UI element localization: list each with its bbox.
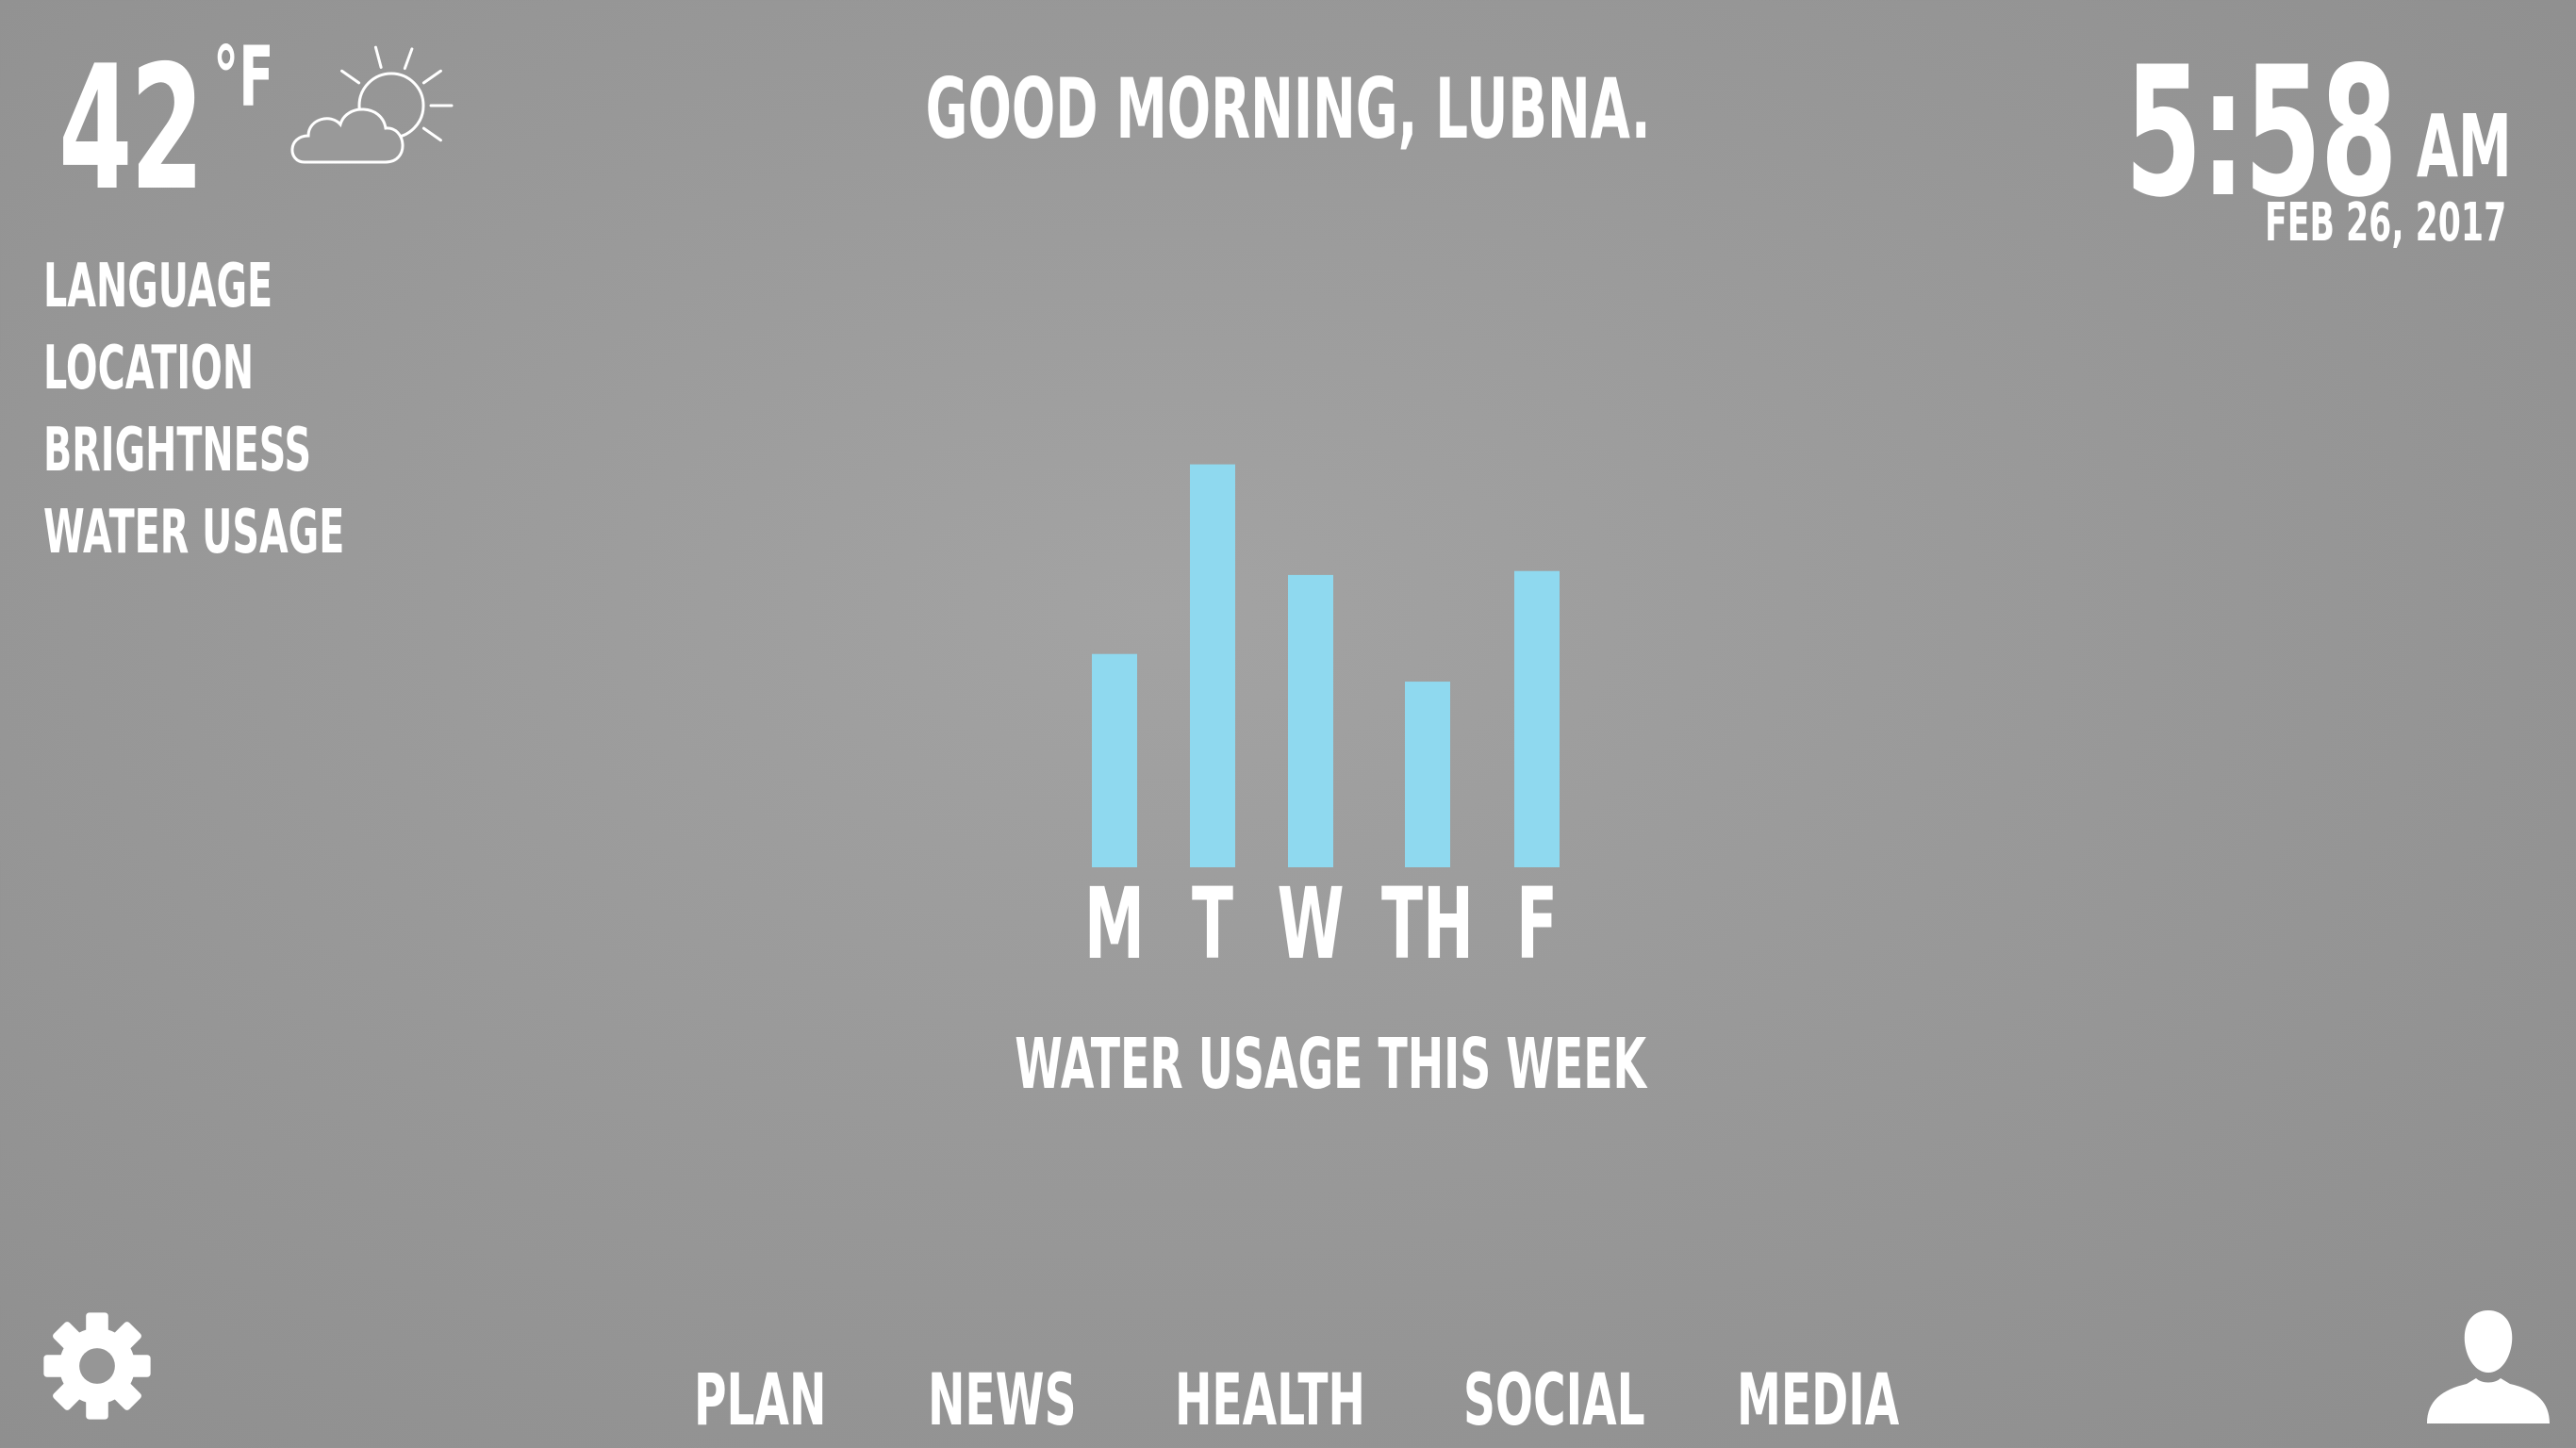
gear-icon[interactable] bbox=[41, 1310, 153, 1422]
nav-label: NEWS bbox=[928, 1358, 1077, 1441]
menu-item-water-usage[interactable]: WATER USAGE bbox=[43, 502, 529, 584]
x-tick-label: M bbox=[1084, 868, 1145, 980]
chart-title-text: WATER USAGE THIS WEEK bbox=[1015, 1024, 1646, 1105]
clock-date: FEB 26, 2017 bbox=[2117, 192, 2506, 254]
nav-label: MEDIA bbox=[1737, 1358, 1900, 1441]
nav-social[interactable]: SOCIAL bbox=[1463, 1358, 1757, 1441]
nav-health[interactable]: HEALTH bbox=[1175, 1358, 1482, 1441]
menu-item-brightness[interactable]: BRIGHTNESS bbox=[43, 420, 529, 502]
x-tick-label: F bbox=[1516, 868, 1558, 980]
settings-menu: LANGUAGE LOCATION BRIGHTNESS WATER USAGE bbox=[43, 256, 529, 584]
x-tick-label: TH bbox=[1381, 868, 1474, 980]
clock-date-text: FEB 26, 2017 bbox=[2264, 192, 2506, 254]
user-icon[interactable] bbox=[2423, 1307, 2553, 1423]
nav-media[interactable]: MEDIA bbox=[1737, 1358, 1999, 1441]
x-tick-label: T bbox=[1192, 868, 1233, 980]
chart-title: WATER USAGE THIS WEEK bbox=[0, 1029, 2576, 1099]
clock-ampm: AM bbox=[2358, 96, 2512, 197]
nav-plan[interactable]: PLAN bbox=[694, 1358, 908, 1441]
nav-label: HEALTH bbox=[1175, 1358, 1365, 1441]
menu-item-language[interactable]: LANGUAGE bbox=[43, 256, 529, 338]
x-tick-label: W bbox=[1277, 868, 1344, 980]
nav-label: PLAN bbox=[694, 1358, 827, 1441]
bar-m bbox=[1092, 653, 1137, 867]
greeting-text: GOOD MORNING, LUBNA. bbox=[925, 60, 1651, 157]
nav-label: SOCIAL bbox=[1463, 1358, 1645, 1441]
bar-w bbox=[1288, 574, 1333, 867]
nav-news[interactable]: NEWS bbox=[928, 1358, 1167, 1441]
clock-ampm-text: AM bbox=[2417, 96, 2512, 197]
menu-item-label: LANGUAGE bbox=[43, 252, 273, 321]
bar-f bbox=[1514, 570, 1560, 867]
menu-item-label: LOCATION bbox=[43, 334, 255, 403]
menu-item-location[interactable]: LOCATION bbox=[43, 338, 529, 420]
bar-t bbox=[1190, 464, 1235, 867]
water-usage-chart: M T W TH F bbox=[1084, 464, 1560, 980]
menu-item-label: WATER USAGE bbox=[43, 498, 345, 568]
bar-th bbox=[1405, 682, 1450, 867]
menu-item-label: BRIGHTNESS bbox=[43, 416, 312, 485]
